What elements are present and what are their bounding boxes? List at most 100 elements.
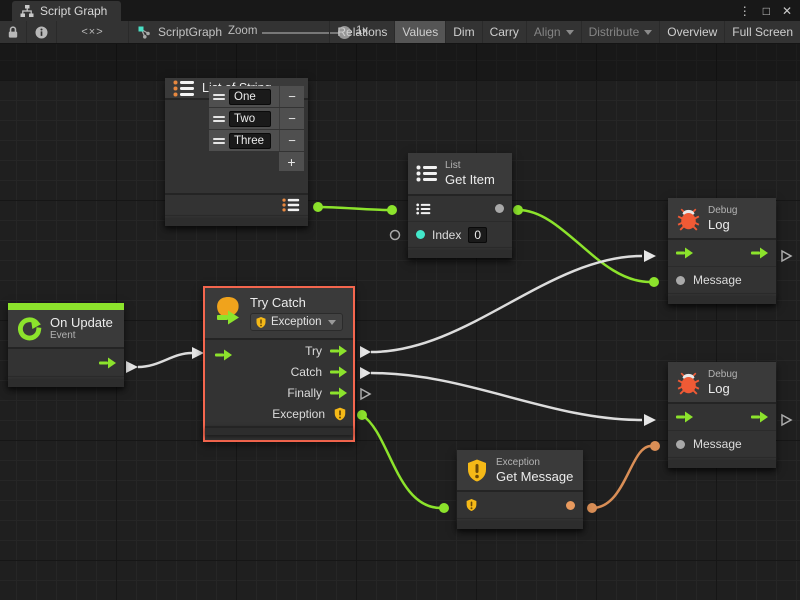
wire-update-to-trycatch[interactable] (138, 353, 192, 367)
log-out-marker[interactable] (782, 415, 791, 425)
index-input-port[interactable]: Index 0 (408, 222, 512, 248)
remove-item-button[interactable]: − (279, 108, 304, 129)
port-endpoint[interactable] (650, 441, 660, 451)
exception-type-dropdown[interactable]: Exception (250, 313, 343, 331)
align-dropdown[interactable]: Align (526, 21, 581, 43)
finally-output-port[interactable]: Finally (205, 382, 353, 403)
node-on-update[interactable]: On Update Event (8, 303, 124, 387)
control-out-port[interactable] (751, 247, 768, 259)
item-output-port[interactable] (495, 204, 504, 213)
log-out-marker[interactable] (782, 251, 791, 261)
control-out-port[interactable] (751, 411, 768, 423)
node-category: Debug (708, 369, 737, 381)
graph-breadcrumb[interactable]: ScriptGraph (138, 21, 222, 43)
exception-shield-icon (465, 498, 478, 512)
fullscreen-button[interactable]: Full Screen (724, 21, 800, 43)
control-out-marker[interactable] (360, 346, 371, 358)
list-item-input[interactable] (229, 133, 271, 149)
wire-catch-to-log[interactable] (371, 373, 642, 420)
lock-button[interactable] (0, 21, 27, 43)
wire-exception-to-getmessage[interactable] (362, 415, 441, 508)
info-icon (34, 25, 49, 40)
remove-item-button[interactable]: − (279, 130, 304, 151)
relations-button[interactable]: Relations (329, 21, 394, 43)
exception-label: Exception (272, 407, 325, 421)
control-ports-row (668, 404, 776, 431)
exception-output-port[interactable]: Exception (205, 403, 353, 424)
finally-port-marker[interactable] (361, 389, 370, 399)
remove-item-button[interactable]: − (279, 86, 304, 107)
visual-scripting-window: Script Graph ⋮ □ ✕ <×> (0, 0, 800, 600)
control-arrowhead (644, 414, 656, 426)
control-in-port[interactable] (676, 247, 693, 259)
index-label: Index (432, 228, 461, 242)
node-get-message[interactable]: Exception Get Message (457, 450, 583, 529)
index-port-marker[interactable] (391, 231, 400, 240)
drag-handle-icon[interactable] (213, 94, 225, 100)
add-item-button[interactable]: + (279, 152, 304, 171)
list-icon (416, 203, 431, 215)
catch-output-port[interactable]: Catch (205, 361, 353, 382)
catch-label: Catch (291, 365, 322, 379)
node-list-of-string[interactable]: List of String − − (165, 78, 308, 226)
wire-list-to-getitem[interactable] (318, 207, 388, 210)
port-endpoint[interactable] (439, 503, 449, 513)
lock-icon (6, 25, 20, 39)
list-output-port[interactable] (165, 193, 308, 216)
code-view-button[interactable]: <×> (57, 21, 129, 43)
control-out-marker[interactable] (126, 361, 138, 373)
list-icon (416, 165, 438, 182)
node-try-catch[interactable]: Try Catch Exception (203, 286, 355, 442)
try-catch-icon (213, 295, 243, 325)
distribute-dropdown[interactable]: Distribute (581, 21, 660, 43)
node-debug-log-top[interactable]: Debug Log Message (668, 198, 776, 304)
try-label: Try (305, 344, 322, 358)
node-subtitle: Event (50, 330, 113, 342)
window-menu-icon[interactable]: ⋮ (739, 4, 751, 18)
node-footer (8, 379, 124, 387)
node-header: Exception Get Message (457, 450, 583, 492)
port-endpoint[interactable] (513, 205, 523, 215)
info-button[interactable] (27, 21, 57, 43)
message-input-port[interactable]: Message (668, 267, 776, 294)
window-maximize-icon[interactable]: □ (763, 4, 770, 18)
port-endpoint[interactable] (357, 410, 367, 420)
drag-handle-icon[interactable] (213, 116, 225, 122)
node-title: Log (708, 217, 737, 232)
dropdown-label: Exception (271, 316, 322, 328)
tab-script-graph[interactable]: Script Graph (12, 1, 121, 21)
port-endpoint[interactable] (649, 277, 659, 287)
wire-getmessage-to-log[interactable] (592, 446, 651, 508)
string-output-port[interactable] (566, 501, 575, 510)
list-item-row: − (209, 108, 304, 129)
chevron-down-icon (644, 30, 652, 35)
carry-button[interactable]: Carry (482, 21, 526, 43)
control-in-port[interactable] (676, 411, 693, 423)
list-input-port[interactable] (408, 196, 512, 222)
drag-handle-icon[interactable] (213, 138, 225, 144)
overview-button[interactable]: Overview (659, 21, 724, 43)
wire-try-to-log[interactable] (371, 256, 642, 352)
port-endpoint[interactable] (387, 205, 397, 215)
values-button[interactable]: Values (394, 21, 445, 43)
window-close-icon[interactable]: ✕ (782, 4, 792, 18)
control-out-port[interactable] (8, 349, 124, 377)
port-endpoint[interactable] (313, 202, 323, 212)
dim-button[interactable]: Dim (445, 21, 481, 43)
port-endpoint[interactable] (587, 503, 597, 513)
event-accent-bar (8, 303, 124, 310)
node-footer (408, 250, 512, 258)
exception-input-port[interactable] (457, 492, 583, 519)
node-debug-log-bottom[interactable]: Debug Log Message (668, 362, 776, 468)
wire-getitem-to-log[interactable] (518, 210, 650, 282)
graph-name: ScriptGraph (158, 25, 222, 39)
list-item-input[interactable] (229, 89, 271, 105)
graph-canvas[interactable]: List of String − − (0, 44, 800, 600)
control-out-marker[interactable] (360, 367, 371, 379)
node-get-item[interactable]: List Get Item Index 0 (408, 153, 512, 258)
list-item-input[interactable] (229, 111, 271, 127)
message-input-port[interactable]: Message (668, 431, 776, 458)
index-value-field[interactable]: 0 (468, 227, 487, 243)
enter-control-port[interactable] (215, 349, 232, 361)
control-ports-row (668, 240, 776, 267)
